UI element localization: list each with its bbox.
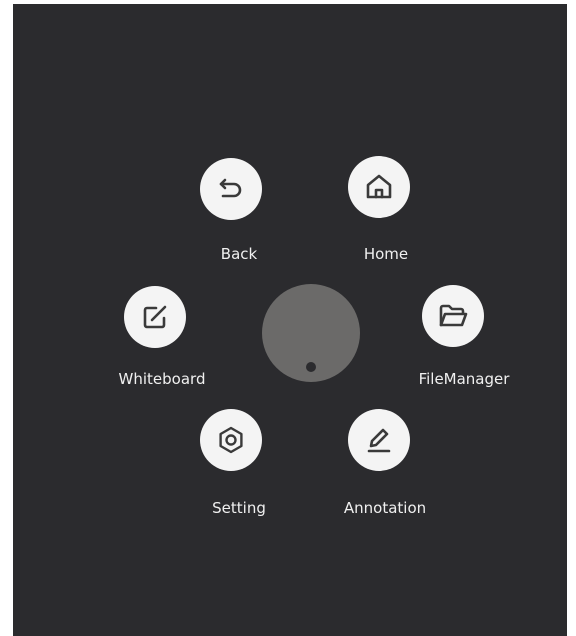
folder-icon: [439, 304, 468, 327]
whiteboard-label: Whiteboard: [118, 370, 206, 388]
back-button[interactable]: [200, 158, 262, 220]
gear-icon: [219, 426, 243, 454]
annotation-button[interactable]: [348, 409, 410, 471]
home-icon: [366, 174, 392, 199]
home-label: Home: [363, 245, 409, 263]
edit-square-icon: [143, 305, 167, 329]
back-arrow-icon: [219, 178, 242, 198]
back-label: Back: [220, 245, 258, 263]
knob-indicator-dot: [306, 362, 316, 372]
setting-label: Setting: [212, 499, 266, 517]
whiteboard-button[interactable]: [124, 286, 186, 348]
pen-icon: [367, 428, 391, 453]
setting-button[interactable]: [200, 409, 262, 471]
filemanager-button[interactable]: [422, 285, 484, 347]
filemanager-label: FileManager: [418, 370, 510, 388]
home-button[interactable]: [348, 156, 410, 218]
annotation-label: Annotation: [343, 499, 427, 517]
